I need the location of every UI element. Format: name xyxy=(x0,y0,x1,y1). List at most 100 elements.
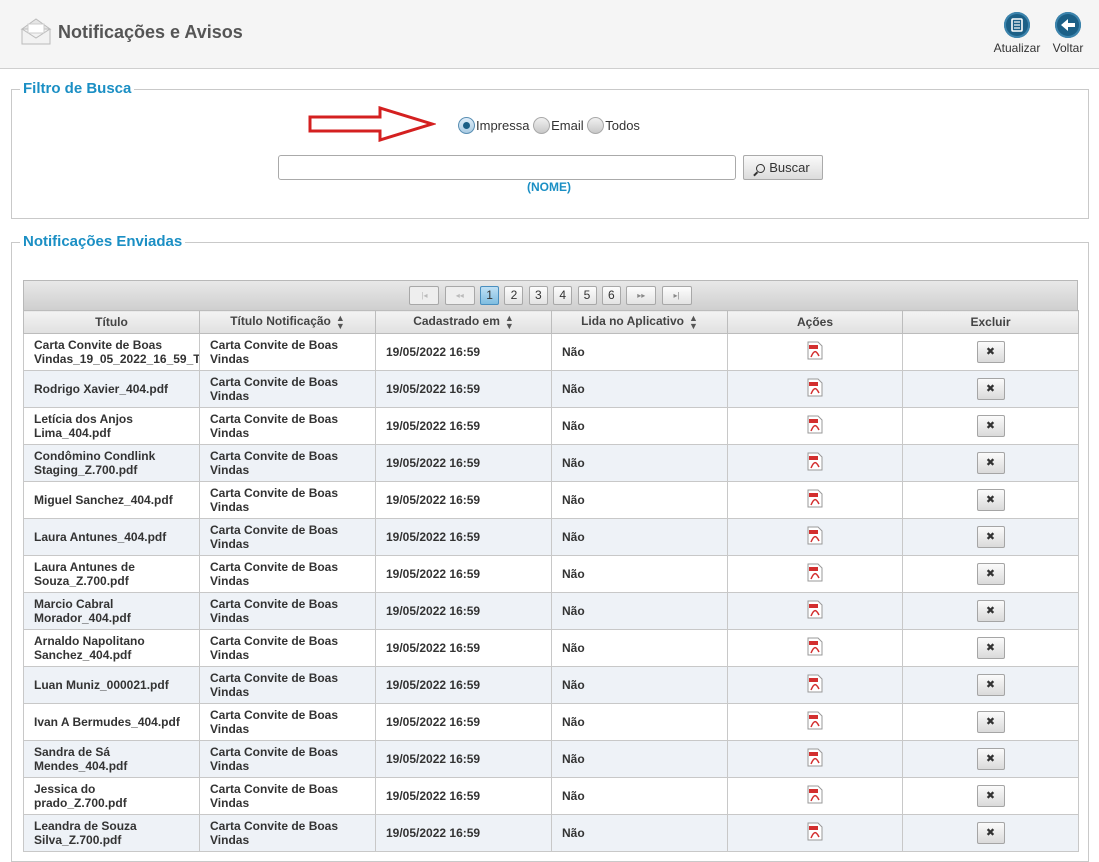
radio-email[interactable]: Email xyxy=(533,117,584,135)
delete-x-icon: ✖ xyxy=(985,753,996,765)
delete-x-icon: ✖ xyxy=(985,568,996,580)
back-label: Voltar xyxy=(1052,41,1084,55)
cell-acoes xyxy=(727,814,903,852)
delete-button[interactable]: ✖ xyxy=(976,711,1005,733)
delete-button[interactable]: ✖ xyxy=(976,600,1005,622)
pdf-icon[interactable] xyxy=(807,674,823,693)
search-input[interactable] xyxy=(278,155,736,180)
back-button[interactable]: Voltar xyxy=(1049,12,1087,55)
delete-x-icon: ✖ xyxy=(985,494,996,506)
refresh-label: Atualizar xyxy=(993,41,1041,55)
delete-x-icon: ✖ xyxy=(985,790,996,802)
page-button[interactable]: 1 xyxy=(480,286,500,305)
delete-button[interactable]: ✖ xyxy=(976,526,1005,548)
pdf-icon[interactable] xyxy=(807,378,823,397)
delete-x-icon: ✖ xyxy=(985,716,996,728)
cell-excluir: ✖ xyxy=(902,703,1079,741)
cell-excluir: ✖ xyxy=(902,518,1079,556)
cell-acoes xyxy=(727,333,903,371)
cell-titulo-notificacao: Carta Convite de Boas Vindas xyxy=(199,592,376,630)
delete-button[interactable]: ✖ xyxy=(976,785,1005,807)
page-button[interactable]: 5 xyxy=(577,286,597,305)
sort-icon: ▲ ▼ xyxy=(504,313,514,331)
page-button[interactable]: 3 xyxy=(528,286,548,305)
pagination-bar: |◂ ◂◂ 1 2 3 4 5 6 ▸▸ ▸| xyxy=(23,280,1078,310)
delete-button[interactable]: ✖ xyxy=(976,822,1005,844)
cell-excluir: ✖ xyxy=(902,814,1079,852)
delete-x-icon: ✖ xyxy=(985,642,996,654)
table-row: Laura Antunes de Souza_Z.700.pdf Carta Co… xyxy=(23,555,1079,593)
refresh-icon xyxy=(1004,12,1030,38)
cell-lida: Não xyxy=(551,814,728,852)
cell-titulo: Luan Muniz_000021.pdf xyxy=(23,666,200,704)
pdf-icon[interactable] xyxy=(807,452,823,471)
first-page-button[interactable]: |◂ xyxy=(409,286,440,305)
cell-lida: Não xyxy=(551,333,728,371)
cell-titulo-notificacao: Carta Convite de Boas Vindas xyxy=(199,370,376,408)
page-button[interactable]: 2 xyxy=(504,286,524,305)
pdf-icon[interactable] xyxy=(807,563,823,582)
pdf-icon[interactable] xyxy=(807,748,823,767)
cell-acoes xyxy=(727,703,903,741)
refresh-button[interactable]: Atualizar xyxy=(991,12,1043,55)
notifications-table: Título Título Notificação ▲ ▼ Cadastrado e… xyxy=(23,310,1079,852)
pdf-icon[interactable] xyxy=(807,785,823,804)
radio-todos[interactable]: Todos xyxy=(587,117,640,135)
pdf-icon[interactable] xyxy=(807,711,823,730)
radio-selected-icon xyxy=(458,117,475,135)
cell-acoes xyxy=(727,629,903,667)
cell-titulo-notificacao: Carta Convite de Boas Vindas xyxy=(199,740,376,778)
pdf-icon[interactable] xyxy=(807,341,823,360)
delete-button[interactable]: ✖ xyxy=(976,452,1005,474)
cell-lida: Não xyxy=(551,518,728,556)
table-row: Condômino Condlink Staging_Z.700.pdf Cart… xyxy=(23,444,1079,482)
pdf-icon[interactable] xyxy=(807,822,823,841)
sort-icon: ▲ ▼ xyxy=(335,313,345,331)
prev-page-button[interactable]: ◂◂ xyxy=(444,286,475,305)
cell-excluir: ✖ xyxy=(902,629,1079,667)
cell-titulo: Leandra de Souza Silva_Z.700.pdf xyxy=(23,814,200,852)
pdf-icon[interactable] xyxy=(807,489,823,508)
radio-impressa[interactable]: Impressa xyxy=(458,117,529,135)
cell-titulo-notificacao: Carta Convite de Boas Vindas xyxy=(199,629,376,667)
page-button[interactable]: 4 xyxy=(553,286,573,305)
delete-button[interactable]: ✖ xyxy=(976,489,1005,511)
cell-lida: Não xyxy=(551,555,728,593)
cell-cadastrado: 19/05/2022 16:59 xyxy=(375,444,552,482)
search-hint: (NOME) xyxy=(527,180,571,194)
column-header-cadastrado[interactable]: Cadastrado em ▲ ▼ xyxy=(375,310,552,334)
delete-button[interactable]: ✖ xyxy=(976,748,1005,770)
last-page-button[interactable]: ▸| xyxy=(661,286,692,305)
table-row: Rodrigo Xavier_404.pdf Carta Convite de B… xyxy=(23,370,1079,408)
delete-x-icon: ✖ xyxy=(985,531,996,543)
delete-button[interactable]: ✖ xyxy=(976,341,1005,363)
cell-acoes xyxy=(727,777,903,815)
pdf-icon[interactable] xyxy=(807,600,823,619)
cell-excluir: ✖ xyxy=(902,592,1079,630)
cell-excluir: ✖ xyxy=(902,370,1079,408)
pdf-icon[interactable] xyxy=(807,526,823,545)
cell-acoes xyxy=(727,518,903,556)
radio-unselected-icon xyxy=(533,117,551,135)
cell-acoes xyxy=(727,370,903,408)
cell-excluir: ✖ xyxy=(902,481,1079,519)
column-header-titulo-notificacao[interactable]: Título Notificação ▲ ▼ xyxy=(199,310,376,334)
delete-button[interactable]: ✖ xyxy=(976,378,1005,400)
search-button[interactable]: Buscar xyxy=(743,155,823,180)
cell-acoes xyxy=(727,555,903,593)
table-row: Leandra de Souza Silva_Z.700.pdf Carta Co… xyxy=(23,814,1079,852)
cell-acoes xyxy=(727,592,903,630)
pdf-icon[interactable] xyxy=(807,637,823,656)
column-header-lida[interactable]: Lida no Aplicativo ▲ ▼ xyxy=(551,310,728,334)
pdf-icon[interactable] xyxy=(807,415,823,434)
cell-excluir: ✖ xyxy=(902,407,1079,445)
next-page-button[interactable]: ▸▸ xyxy=(626,286,657,305)
delete-button[interactable]: ✖ xyxy=(976,674,1005,696)
cell-titulo-notificacao: Carta Convite de Boas Vindas xyxy=(199,518,376,556)
page-button[interactable]: 6 xyxy=(601,286,621,305)
cell-cadastrado: 19/05/2022 16:59 xyxy=(375,592,552,630)
delete-button[interactable]: ✖ xyxy=(976,563,1005,585)
delete-button[interactable]: ✖ xyxy=(976,637,1005,659)
delete-button[interactable]: ✖ xyxy=(976,415,1005,437)
table-row: Sandra de Sá Mendes_404.pdf Carta Convite… xyxy=(23,740,1079,778)
